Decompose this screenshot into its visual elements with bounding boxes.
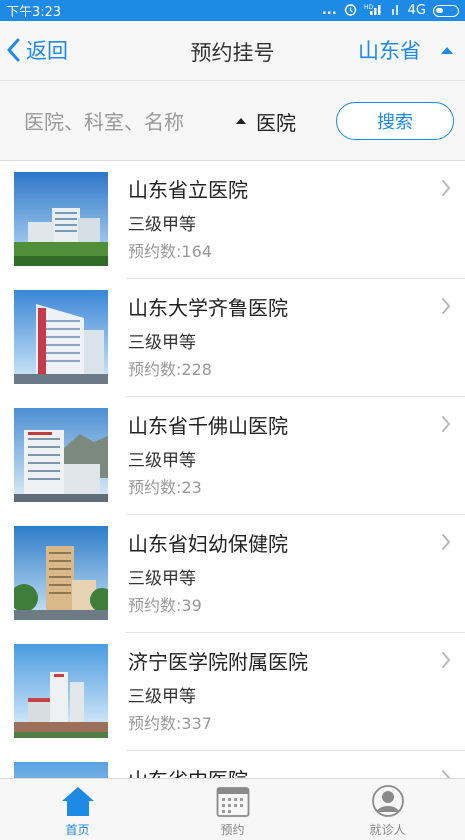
signal-icon-2 xyxy=(391,3,401,19)
hospital-name: 济宁医学院附属医院 xyxy=(128,650,308,674)
chevron-right-icon xyxy=(442,652,451,668)
tab-home-label: 首页 xyxy=(65,823,90,837)
appointment-count: 预约数:228 xyxy=(128,360,212,379)
status-bar: 下午3:23 ... HD 4G xyxy=(0,0,465,21)
hospital-info: 山东省立医院 三级甲等 预约数:164 xyxy=(126,161,465,279)
hospital-item[interactable]: 济宁医学院附属医院 三级甲等 预约数:337 xyxy=(0,633,465,751)
status-dots: ... xyxy=(321,3,337,18)
back-button[interactable]: 返回 xyxy=(6,33,68,67)
hospital-level: 三级甲等 xyxy=(128,687,196,707)
hospital-name: 山东省妇幼保健院 xyxy=(128,532,288,556)
hospital-item[interactable]: 山东省千佛山医院 三级甲等 预约数:23 xyxy=(0,397,465,515)
battery-icon xyxy=(433,4,459,17)
province-selector[interactable]: 山东省 xyxy=(358,33,453,67)
appointment-count: 预约数:23 xyxy=(128,478,202,497)
province-label: 山东省 xyxy=(358,39,421,63)
search-button[interactable]: 搜索 xyxy=(336,102,454,140)
hospital-list: 山东省立医院 三级甲等 预约数:164 山东大学齐鲁医院 三级甲等 预约数:22… xyxy=(0,161,465,778)
search-type-label: 医院 xyxy=(256,110,296,135)
chevron-left-icon xyxy=(7,38,20,62)
hospital-level: 三级甲等 xyxy=(128,333,196,353)
chevron-right-icon xyxy=(442,534,451,550)
appointment-count: 预约数:39 xyxy=(128,596,202,615)
hospital-item[interactable]: 山东省妇幼保健院 三级甲等 预约数:39 xyxy=(0,515,465,633)
hospital-info: 山东大学齐鲁医院 三级甲等 预约数:228 xyxy=(126,279,465,397)
search-bar: 医院 搜索 xyxy=(0,81,465,161)
hospital-thumbnail xyxy=(14,172,108,266)
alarm-icon xyxy=(344,3,357,19)
appointment-count: 预约数:164 xyxy=(128,242,212,261)
hospital-info: 济宁医学院附属医院 三级甲等 预约数:337 xyxy=(126,633,465,751)
hospital-thumbnail xyxy=(14,526,108,620)
appointment-count: 预约数:337 xyxy=(128,714,212,733)
hospital-info: 山东省千佛山医院 三级甲等 预约数:23 xyxy=(126,397,465,515)
hospital-name: 山东大学齐鲁医院 xyxy=(128,296,288,320)
hospital-level: 三级甲等 xyxy=(128,569,196,589)
hospital-thumbnail xyxy=(14,408,108,502)
caret-up-icon xyxy=(441,46,453,54)
tab-home[interactable]: 首页 xyxy=(0,779,155,840)
hospital-info: 山东省中医院 xyxy=(126,751,465,778)
hospital-item[interactable]: 山东大学齐鲁医院 三级甲等 预约数:228 xyxy=(0,279,465,397)
chevron-right-icon xyxy=(442,416,451,432)
hospital-item[interactable]: 山东省中医院 xyxy=(0,751,465,778)
svg-text:HD: HD xyxy=(364,4,374,11)
tab-patient-label: 就诊人 xyxy=(369,823,406,837)
hospital-level: 三级甲等 xyxy=(128,215,196,235)
chevron-right-icon xyxy=(442,298,451,314)
chevron-right-icon xyxy=(442,770,451,778)
person-icon xyxy=(371,785,404,817)
hospital-item[interactable]: 山东省立医院 三级甲等 预约数:164 xyxy=(0,161,465,279)
hospital-name: 山东省立医院 xyxy=(128,178,248,202)
hospital-name: 山东省中医院 xyxy=(128,764,248,778)
tab-bar: 首页 预约 就诊人 xyxy=(0,778,465,840)
hospital-thumbnail xyxy=(14,644,108,738)
tab-patient[interactable]: 就诊人 xyxy=(310,779,465,840)
chevron-right-icon xyxy=(442,180,451,196)
hospital-thumbnail xyxy=(14,762,108,778)
hospital-thumbnail xyxy=(14,290,108,384)
back-label: 返回 xyxy=(26,39,68,63)
hospital-info: 山东省妇幼保健院 三级甲等 预约数:39 xyxy=(126,515,465,633)
caret-up-icon xyxy=(236,118,246,124)
status-indicators: ... HD 4G xyxy=(322,3,459,19)
calendar-icon xyxy=(216,787,249,817)
search-type-selector[interactable]: 医院 xyxy=(236,103,296,139)
tab-appointment-label: 预约 xyxy=(220,823,245,837)
signal-icon: HD xyxy=(364,3,384,19)
hospital-level: 三级甲等 xyxy=(128,451,196,471)
search-input[interactable] xyxy=(22,103,226,141)
hospital-name: 山东省千佛山医院 xyxy=(128,414,288,438)
tab-appointment[interactable]: 预约 xyxy=(155,779,310,840)
status-time: 下午3:23 xyxy=(6,5,62,20)
network-type: 4G xyxy=(407,3,426,18)
nav-bar: 返回 预约挂号 山东省 xyxy=(0,21,465,81)
home-icon xyxy=(61,787,94,816)
